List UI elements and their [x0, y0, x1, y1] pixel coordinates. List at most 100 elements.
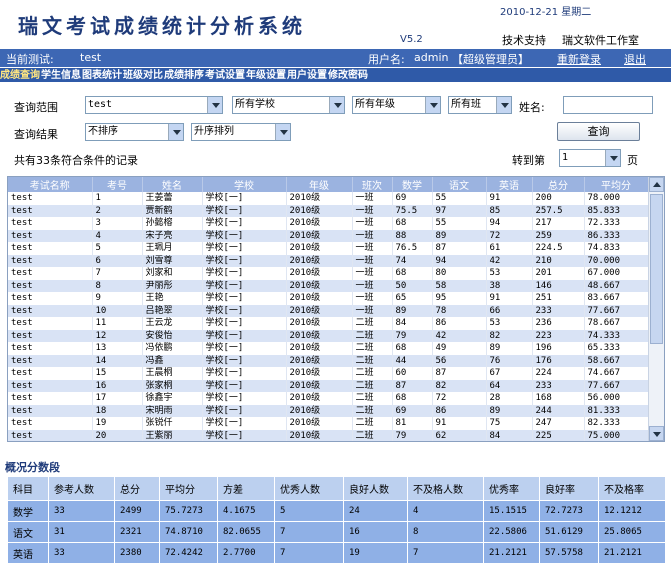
table-cell: 78.667 [584, 317, 649, 330]
table-cell: 二班 [352, 429, 393, 441]
order-select[interactable]: 升序排列 [191, 123, 291, 141]
table-cell: 2010级 [286, 254, 353, 267]
name-input[interactable] [563, 96, 653, 114]
table-cell: 一班 [352, 292, 393, 305]
table-row[interactable]: test 16 张家桐 学校[一] 2010级 二班 87 82 64 233 77.667 [8, 379, 649, 392]
table-row[interactable]: test 13 冯依鹏 学校[一] 2010级 二班 68 49 89 196 65.333 [8, 342, 649, 355]
table-cell: 4 [92, 229, 143, 242]
table-cell: 张家桐 [142, 379, 203, 392]
table-cell: 2 [92, 204, 143, 217]
table-cell: 82 [486, 329, 533, 342]
page-select[interactable]: 1 [559, 149, 621, 167]
table-cell: 79 [392, 429, 433, 441]
menu-exam-settings[interactable]: 考试设置 [205, 69, 246, 82]
studio-link[interactable]: 瑞文软件工作室 [562, 32, 639, 48]
table-cell: 56 [432, 354, 487, 367]
status-bar: 当前测试: test 用户名: admin 【超级管理员】 重新登录 退出 [0, 49, 671, 67]
relogin-link[interactable]: 重新登录 [557, 51, 601, 67]
table-row[interactable]: test 15 王晨桐 学校[一] 2010级 二班 60 87 67 224 74.667 [8, 367, 649, 380]
table-row[interactable]: test 12 安俊怡 学校[一] 2010级 二班 79 42 82 223 74.333 [8, 329, 649, 342]
table-cell: 徐鑫宇 [142, 392, 203, 405]
summary-column-header: 平均分 [159, 476, 218, 501]
scroll-thumb[interactable] [650, 194, 663, 344]
table-cell: 王艳 [142, 292, 203, 305]
table-row[interactable]: test 20 王紫丽 学校[一] 2010级 二班 79 62 84 225 75.000 [8, 429, 649, 441]
table-cell: test [8, 217, 93, 230]
table-cell: 一班 [352, 242, 393, 255]
table-cell: 一班 [352, 217, 393, 230]
menu-score-query[interactable]: 成绩查询 [0, 69, 41, 82]
table-cell: 87 [432, 242, 487, 255]
table-cell: test [8, 267, 93, 280]
table-cell: 18 [92, 404, 143, 417]
table-row[interactable]: test 3 孙懿榕 学校[一] 2010级 一班 68 55 94 217 72.333 [8, 217, 649, 230]
table-cell: 75.000 [584, 429, 649, 441]
summary-cell: 33 [48, 500, 115, 522]
menu-score-sort[interactable]: 成绩排序 [164, 69, 205, 82]
table-cell: 200 [532, 192, 585, 205]
table-row[interactable]: test 8 尹丽彤 学校[一] 2010级 一班 50 58 38 146 48.667 [8, 279, 649, 292]
table-cell: 81 [392, 417, 433, 430]
exam-select[interactable]: test [85, 96, 223, 114]
table-row[interactable]: test 9 王艳 学校[一] 2010级 一班 65 95 91 251 83.667 [8, 292, 649, 305]
version-text: V5.2 [400, 34, 423, 45]
menu-chart-stats[interactable]: 图表统计 [82, 69, 123, 82]
table-row[interactable]: test 11 王云龙 学校[一] 2010级 二班 84 86 53 236 78.667 [8, 317, 649, 330]
summary-column-header: 参考人数 [48, 476, 115, 501]
menu-student-info[interactable]: 学生信息 [41, 69, 82, 82]
table-cell: test [8, 317, 93, 330]
table-cell: 学校[一] [202, 329, 287, 342]
scroll-down-arrow-icon[interactable] [649, 426, 664, 441]
menu-change-password[interactable]: 修改密码 [328, 69, 369, 82]
menu-class-compare[interactable]: 班级对比 [123, 69, 164, 82]
table-cell: 58.667 [584, 354, 649, 367]
summary-cell: 2321 [114, 521, 160, 543]
table-row[interactable]: test 10 吕艳翠 学校[一] 2010级 一班 89 78 66 233 77.667 [8, 304, 649, 317]
table-cell: 2010级 [286, 229, 353, 242]
table-row[interactable]: test 19 张锐仟 学校[一] 2010级 二班 81 91 75 247 82.333 [8, 417, 649, 430]
table-cell: test [8, 404, 93, 417]
summary-column-header: 良好率 [539, 476, 599, 501]
logout-link[interactable]: 退出 [624, 51, 646, 67]
table-cell: 28 [486, 392, 533, 405]
results-column-header: 班次 [352, 177, 393, 192]
query-button[interactable]: 查询 [557, 122, 640, 141]
exam-select-value: test [88, 99, 113, 110]
table-cell: 学校[一] [202, 404, 287, 417]
tech-support-link[interactable]: 技术支持 [502, 32, 546, 48]
scroll-up-arrow-icon[interactable] [649, 177, 664, 192]
summary-column-header: 不及格率 [598, 476, 666, 501]
table-cell: 74 [392, 254, 433, 267]
table-cell: 91 [486, 292, 533, 305]
table-cell: 76 [486, 354, 533, 367]
table-cell: 12 [92, 329, 143, 342]
grade-select[interactable]: 所有年级 [352, 96, 441, 114]
table-cell: 84 [486, 429, 533, 441]
table-row[interactable]: test 1 王姜蕾 学校[一] 2010级 一班 69 55 91 200 78.000 [8, 192, 649, 205]
summary-column-header: 方差 [217, 476, 275, 501]
table-row[interactable]: test 7 刘家和 学校[一] 2010级 一班 68 80 53 201 67.000 [8, 267, 649, 280]
table-row[interactable]: test 14 冯鑫 学校[一] 2010级 二班 44 56 76 176 58.667 [8, 354, 649, 367]
table-row[interactable]: test 4 宋子亮 学校[一] 2010级 一班 88 89 72 259 86.333 [8, 229, 649, 242]
school-select[interactable]: 所有学校 [232, 96, 345, 114]
table-row[interactable]: test 17 徐鑫宇 学校[一] 2010级 二班 68 72 28 168 56.000 [8, 392, 649, 405]
table-row[interactable]: test 5 王珮月 学校[一] 2010级 一班 76.5 87 61 224.5 74.833 [8, 242, 649, 255]
class-select[interactable]: 所有班 [448, 96, 512, 114]
table-cell: 7 [92, 267, 143, 280]
table-cell: 196 [532, 342, 585, 355]
table-row[interactable]: test 6 刘雪尊 学校[一] 2010级 一班 74 94 42 210 70.000 [8, 254, 649, 267]
table-cell: 60 [392, 367, 433, 380]
current-exam-label: 当前测试: [6, 53, 54, 66]
summary-cell: 24 [343, 500, 408, 522]
menu-grade-settings[interactable]: 年级设置 [246, 69, 287, 82]
results-scrollbar[interactable] [648, 177, 664, 441]
table-cell: 53 [486, 317, 533, 330]
table-cell: 87 [392, 379, 433, 392]
sort-select[interactable]: 不排序 [85, 123, 184, 141]
table-row[interactable]: test 2 贾新鹤 学校[一] 2010级 一班 75.5 97 85 257.5 85.833 [8, 204, 649, 217]
table-cell: 2010级 [286, 292, 353, 305]
table-cell: 85 [486, 204, 533, 217]
summary-section-title[interactable]: 概况分数段 [5, 459, 60, 475]
menu-user-settings[interactable]: 用户设置 [287, 69, 328, 82]
table-row[interactable]: test 18 宋明雨 学校[一] 2010级 二班 69 86 89 244 81.333 [8, 404, 649, 417]
